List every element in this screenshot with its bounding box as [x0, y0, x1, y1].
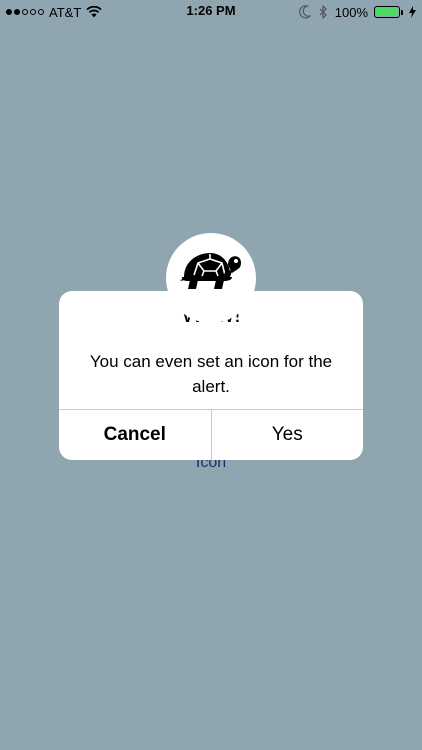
charging-bolt-icon [409, 6, 416, 18]
battery-percentage: 100% [334, 4, 368, 20]
battery-body [374, 6, 400, 18]
turtle-icon [180, 253, 241, 289]
battery-icon [374, 6, 403, 18]
yes-button[interactable]: Yes [210, 410, 364, 460]
status-bar: AT&T 1:26 PM 100% [0, 0, 422, 24]
cancel-button[interactable]: Cancel [59, 410, 211, 460]
do-not-disturb-moon-icon [298, 5, 311, 19]
status-right: 100% [298, 3, 416, 21]
alert-icon-badge [166, 233, 256, 323]
alert-actions: Cancel Yes [59, 409, 363, 460]
alert-message: You can even set an icon for the alert. [89, 352, 333, 396]
battery-tip [401, 9, 403, 15]
battery-fill [376, 8, 398, 16]
bluetooth-icon [319, 5, 327, 19]
